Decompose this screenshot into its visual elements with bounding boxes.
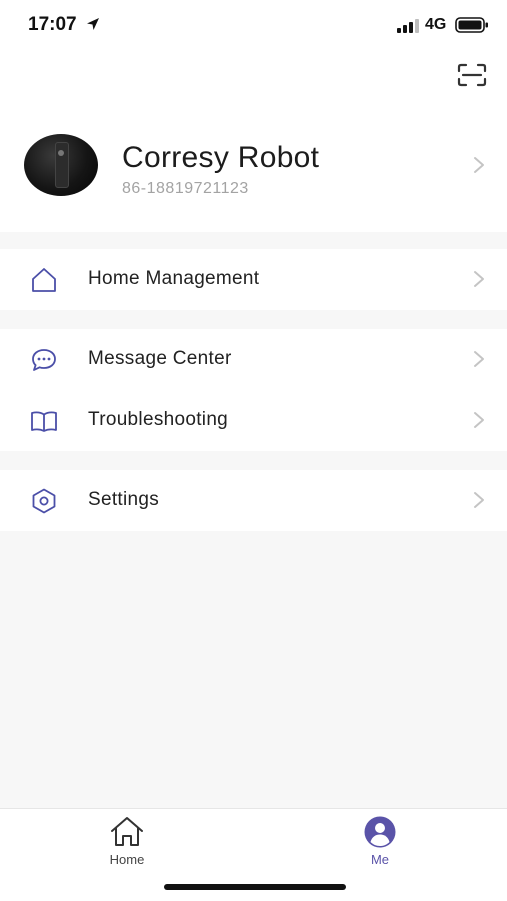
menu-label-troubleshooting: Troubleshooting [88, 409, 229, 430]
user-profile-icon [364, 816, 396, 848]
chevron-right-icon [474, 412, 484, 428]
home-tab-icon [111, 817, 143, 846]
tab-home-label: Home [109, 852, 145, 867]
menu-label-settings: Settings [88, 489, 160, 510]
chevron-right-icon[interactable] [472, 155, 486, 175]
menu-item-message-center[interactable]: Message Center [0, 329, 507, 390]
tab-me[interactable]: Me [340, 813, 420, 869]
avatar-device-body [55, 142, 69, 188]
location-arrow-icon [87, 18, 99, 30]
chat-bubble-icon [32, 349, 56, 371]
avatar-device-light [58, 150, 64, 156]
menu-item-home-management[interactable]: Home Management [0, 249, 507, 310]
scan-button[interactable] [454, 60, 490, 90]
signal-icon [397, 19, 419, 33]
menu-item-settings[interactable]: Settings [0, 470, 507, 531]
home-icon [32, 268, 56, 292]
menu-label-home-management: Home Management [88, 268, 260, 289]
chevron-right-icon [474, 351, 484, 367]
menu-item-troubleshooting[interactable]: Troubleshooting [0, 390, 507, 451]
tab-home[interactable]: Home [87, 813, 167, 869]
menu-label-message-center: Message Center [88, 348, 232, 369]
hexagon-gear-icon [32, 488, 56, 514]
avatar[interactable] [24, 134, 98, 196]
chevron-right-icon [474, 492, 484, 508]
chevron-right-icon [474, 271, 484, 287]
profile-name[interactable]: Corresy Robot [122, 141, 319, 175]
battery-icon [455, 17, 488, 33]
network-label: 4G [425, 16, 447, 33]
scan-icon [457, 63, 487, 87]
home-indicator [164, 884, 346, 890]
status-time: 17:07 [28, 14, 77, 35]
book-icon [31, 411, 57, 432]
tab-me-label: Me [370, 852, 390, 867]
profile-phone: 86-18819721123 [122, 180, 249, 197]
